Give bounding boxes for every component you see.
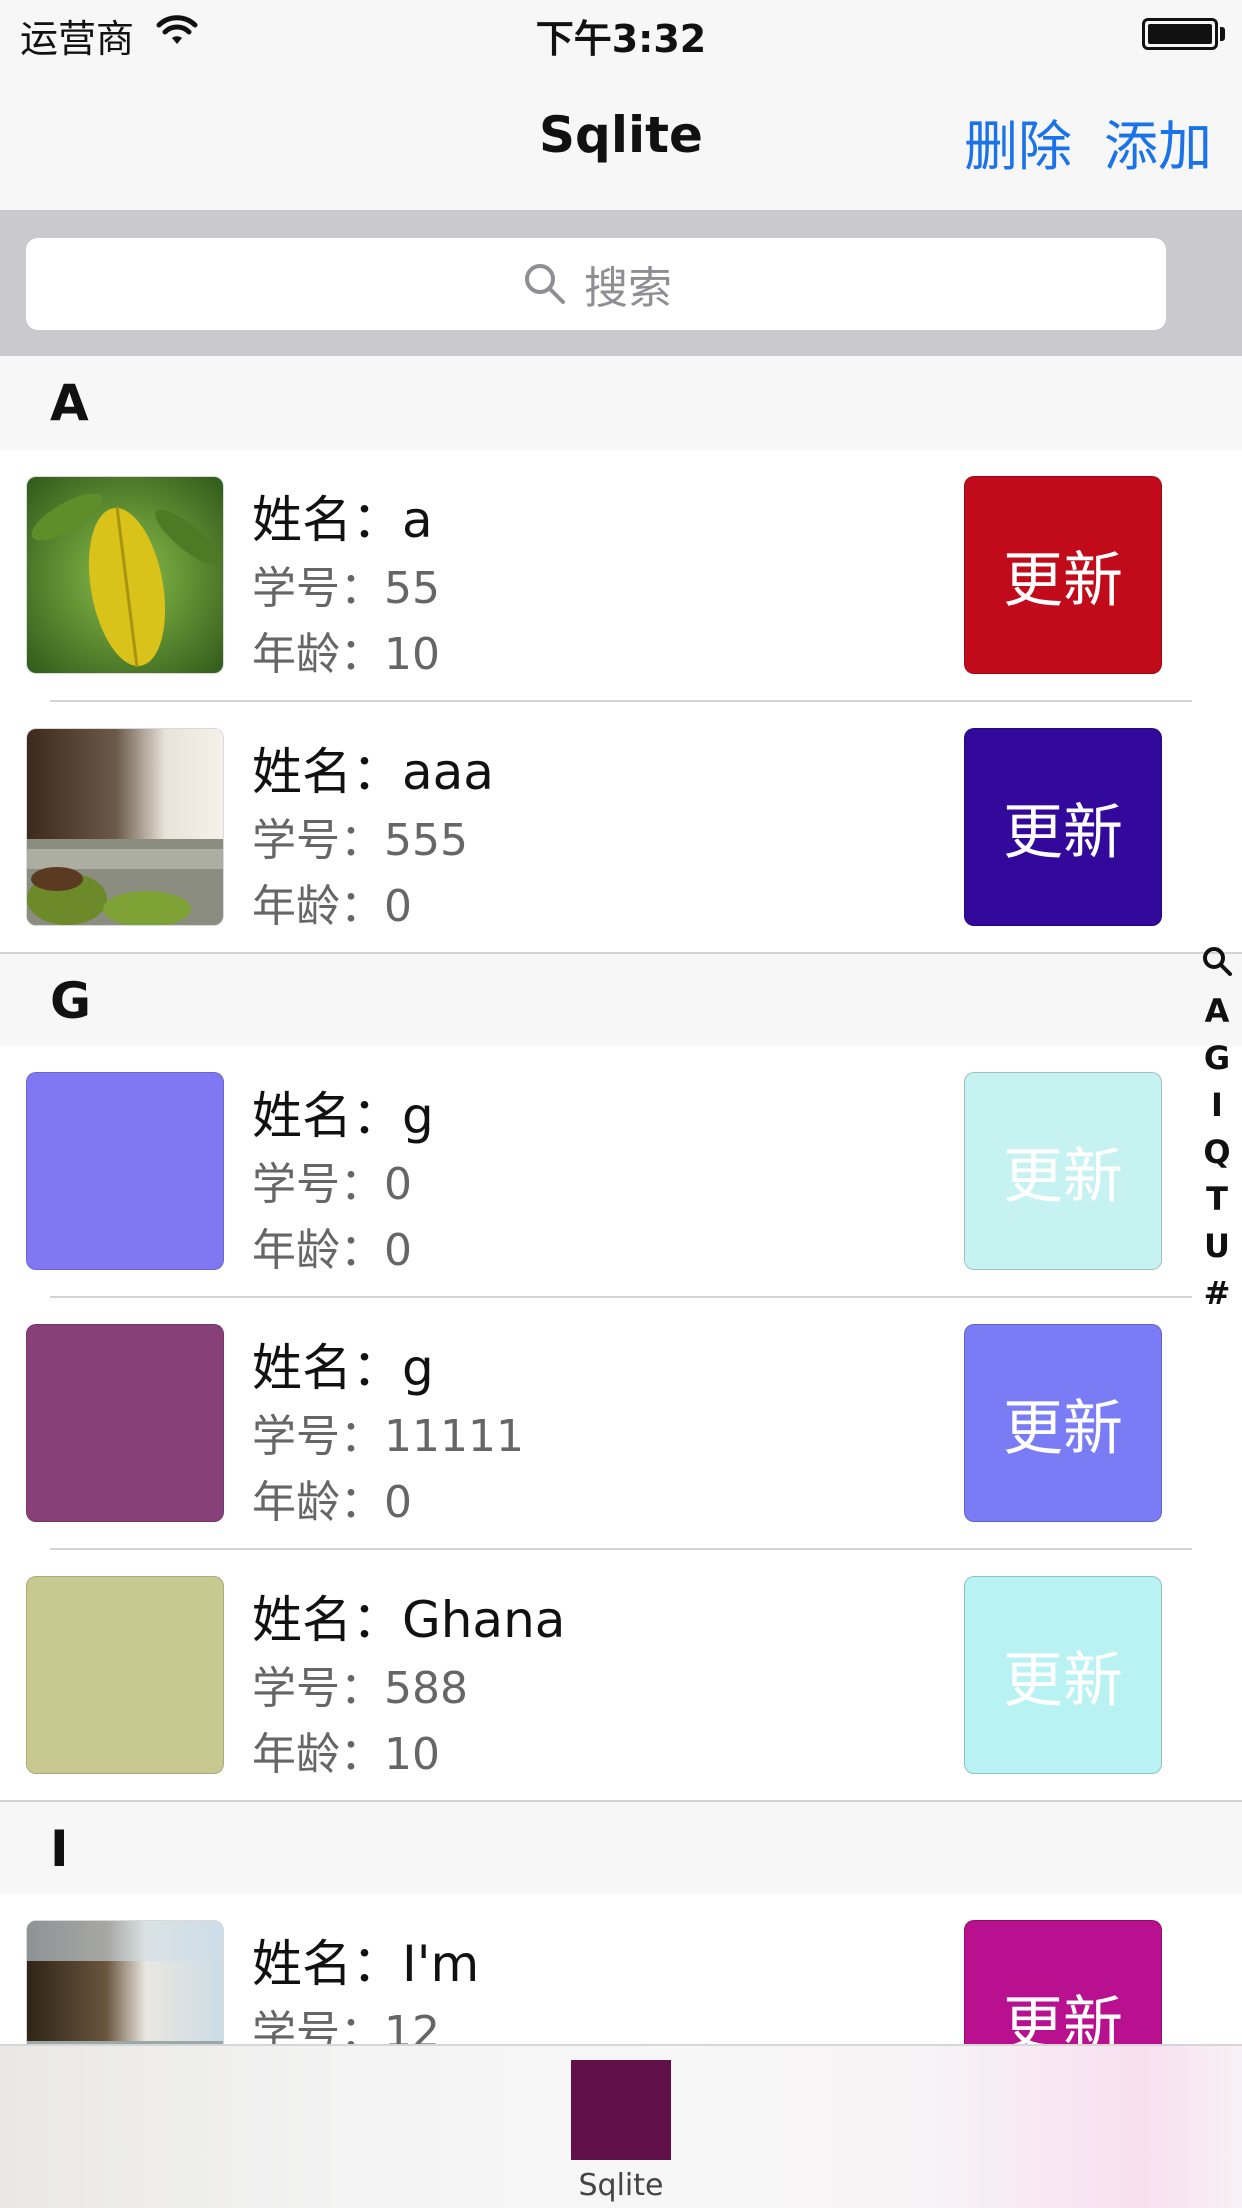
navigation-bar: Sqlite 删除 添加 <box>0 70 1242 212</box>
index-item-t[interactable]: T <box>1206 1176 1228 1223</box>
index-item-hash[interactable]: # <box>1204 1270 1231 1317</box>
index-item-a[interactable]: A <box>1205 988 1230 1035</box>
tab-sqlite[interactable]: Sqlite <box>560 2060 682 2204</box>
id-line: 学号：55 <box>252 563 440 614</box>
section-letter: G <box>50 972 92 1030</box>
delete-button[interactable]: 删除 <box>964 102 1072 181</box>
tab-bar: Sqlite <box>0 2044 1242 2208</box>
id-line: 学号：555 <box>252 815 468 866</box>
id-line: 学号：11111 <box>252 1411 524 1462</box>
list-item[interactable]: 姓名：Ghana 学号：588 年龄：10 更新 <box>0 1550 1242 1802</box>
id-line: 学号：0 <box>252 1159 412 1210</box>
age-line: 年龄：0 <box>252 1225 412 1276</box>
thumbnail-image <box>26 476 224 674</box>
name-line: 姓名：a <box>252 491 433 549</box>
status-time: 下午3:32 <box>535 17 707 61</box>
battery-tip <box>1220 27 1225 41</box>
index-item-i[interactable]: I <box>1211 1082 1223 1129</box>
section-header-i: I <box>0 1800 1242 1894</box>
search-icon <box>525 264 565 304</box>
update-button[interactable]: 更新 <box>964 728 1162 926</box>
name-line: 姓名：Ghana <box>252 1591 566 1649</box>
search-placeholder: 搜索 <box>584 263 672 314</box>
tab-label: Sqlite <box>578 2168 664 2203</box>
tab-icon <box>571 2060 671 2160</box>
section-letter: I <box>50 1820 69 1878</box>
index-item-g[interactable]: G <box>1204 1035 1230 1082</box>
id-line: 学号：588 <box>252 1663 468 1714</box>
name-line: 姓名：I'm <box>252 1935 480 1993</box>
color-swatch <box>26 1576 224 1774</box>
name-line: 姓名：aaa <box>252 743 494 801</box>
index-item-u[interactable]: U <box>1204 1223 1230 1270</box>
search-input[interactable]: 搜索 <box>26 238 1166 330</box>
age-line: 年龄：0 <box>252 1477 412 1528</box>
age-line: 年龄：10 <box>252 1729 440 1780</box>
section-header-g: G <box>0 952 1242 1046</box>
update-button[interactable]: 更新 <box>964 1324 1162 1522</box>
name-line: 姓名：g <box>252 1339 434 1397</box>
update-button[interactable]: 更新 <box>964 1072 1162 1270</box>
index-search-icon[interactable] <box>1200 944 1234 978</box>
update-button[interactable]: 更新 <box>964 476 1162 674</box>
thumbnail-image <box>26 728 224 926</box>
update-button[interactable]: 更新 <box>964 1576 1162 1774</box>
battery-icon <box>1142 18 1218 50</box>
search-bar: 搜索 <box>0 212 1242 356</box>
section-header-a: A <box>0 356 1242 450</box>
name-line: 姓名：g <box>252 1087 434 1145</box>
section-index-bar[interactable]: A G I Q T U # <box>1196 944 1238 1317</box>
color-swatch <box>26 1072 224 1270</box>
list-item[interactable]: 姓名：a 学号：55 年龄：10 更新 <box>0 450 1242 702</box>
section-letter: A <box>50 374 89 432</box>
status-bar: 运营商 下午3:32 <box>0 0 1242 70</box>
index-item-q[interactable]: Q <box>1203 1129 1230 1176</box>
add-button[interactable]: 添加 <box>1104 102 1212 181</box>
color-swatch <box>26 1324 224 1522</box>
list-item[interactable]: 姓名：aaa 学号：555 年龄：0 更新 <box>0 702 1242 954</box>
age-line: 年龄：10 <box>252 629 440 680</box>
list-item[interactable]: 姓名：g 学号：0 年龄：0 更新 <box>0 1046 1242 1298</box>
list-item[interactable]: 姓名：g 学号：11111 年龄：0 更新 <box>0 1298 1242 1550</box>
age-line: 年龄：0 <box>252 881 412 932</box>
